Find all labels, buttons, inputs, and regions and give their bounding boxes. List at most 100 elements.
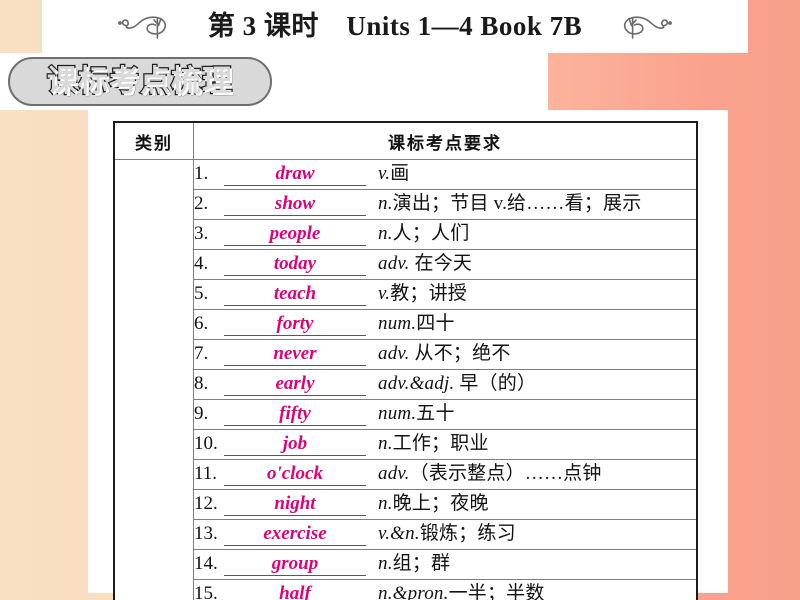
entry-number: 6. — [194, 312, 209, 334]
table-header-row: 类别 课标考点要求 — [113, 121, 698, 160]
definition-text: 人；人们 — [392, 222, 470, 244]
requirement-cell: 15. half n.&pron.一半；半数 — [193, 579, 698, 600]
table-row: 7. never adv. 从不；绝不 — [114, 339, 698, 370]
part-of-speech: adv. — [378, 252, 410, 274]
answer-text: group — [271, 552, 319, 574]
definition-text: 四十 — [416, 312, 455, 334]
answer-blank[interactable]: exercise — [224, 524, 366, 546]
answer-blank[interactable]: teach — [224, 284, 366, 306]
table-row: 11. o'clock adv.（表示整点）……点钟 — [114, 459, 698, 490]
column-header-category: 类别 — [113, 121, 194, 160]
part-of-speech: num. — [378, 312, 417, 334]
vocabulary-entry: 12. night n.晚上；夜晚 — [194, 494, 696, 516]
table-body: 1. draw v.画 2. show n.演出；节目 v.给……看；展示 3. people… — [113, 159, 698, 600]
requirement-cell: 13. exercise v.&n.锻炼；练习 — [193, 519, 698, 550]
part-of-speech: v. — [378, 162, 391, 184]
definition-text: 教；讲授 — [390, 282, 467, 304]
answer-text: people — [269, 222, 321, 244]
entry-definition: num.五十 — [378, 404, 455, 423]
entry-definition: n.&pron.一半；半数 — [378, 584, 545, 600]
part-of-speech: n. — [378, 222, 393, 244]
definition-text: 晚上；夜晚 — [392, 492, 489, 514]
definition-text: （表示整点）……点钟 — [409, 462, 602, 484]
definition-text: 一半；半数 — [448, 582, 545, 600]
requirement-cell: 3. people n.人；人们 — [193, 219, 698, 250]
entry-definition: adv.（表示整点）……点钟 — [378, 464, 602, 483]
answer-blank[interactable]: group — [224, 554, 366, 576]
vocabulary-entry: 2. show n.演出；节目 v.给……看；展示 — [194, 194, 696, 216]
table-row: 4. today adv. 在今天 — [114, 249, 698, 280]
answer-text: today — [273, 252, 317, 274]
vocabulary-entry: 14. group n.组；群 — [194, 554, 696, 576]
table-row: 13. exercise v.&n.锻炼；练习 — [114, 519, 698, 550]
definition-text: 组；群 — [392, 552, 451, 574]
requirement-cell: 9. fifty num.五十 — [193, 399, 698, 430]
answer-blank[interactable]: job — [224, 434, 366, 456]
entry-number: 8. — [194, 372, 209, 394]
entry-number: 5. — [194, 282, 209, 304]
answer-blank[interactable]: today — [224, 254, 366, 276]
answer-blank[interactable]: people — [224, 224, 366, 246]
answer-text: exercise — [263, 522, 327, 544]
table-row: 15. half n.&pron.一半；半数 — [114, 579, 698, 600]
page-title: 第 3 课时 Units 1—4 Book 7B — [207, 11, 583, 41]
section-badge-label: 课标考点梳理 — [46, 63, 233, 99]
entry-definition: v.&n.锻炼；练习 — [378, 524, 516, 543]
definition-text: 工作；职业 — [392, 432, 489, 454]
requirement-cell: 14. group n.组；群 — [193, 549, 698, 580]
part-of-speech: n.&pron. — [378, 582, 449, 600]
answer-text: job — [282, 432, 308, 454]
requirement-cell: 5. teach v.教；讲授 — [193, 279, 698, 310]
header-strip: 第 3 课时 Units 1—4 Book 7B — [42, 0, 748, 53]
requirement-cell: 1. draw v.画 — [193, 159, 698, 190]
answer-text: half — [279, 582, 311, 600]
entry-number: 3. — [194, 222, 209, 244]
requirement-cell: 7. never adv. 从不；绝不 — [193, 339, 698, 370]
vocabulary-entry: 9. fifty num.五十 — [194, 404, 696, 426]
part-of-speech: n. — [378, 552, 393, 574]
entry-definition: adv.&adj. 早（的） — [378, 374, 536, 393]
entry-number: 11. — [194, 462, 218, 484]
table-row: 5. teach v.教；讲授 — [114, 279, 698, 310]
vocabulary-entry: 13. exercise v.&n.锻炼；练习 — [194, 524, 696, 546]
definition-text: 早（的） — [454, 372, 537, 394]
entry-definition: n.工作；职业 — [378, 434, 489, 453]
table-header: 类别 课标考点要求 — [113, 121, 698, 160]
vocabulary-entry: 11. o'clock adv.（表示整点）……点钟 — [194, 464, 696, 486]
table-row: 8. early adv.&adj. 早（的） — [114, 369, 698, 400]
answer-blank[interactable]: fifty — [224, 404, 366, 426]
answer-blank[interactable]: never — [224, 344, 366, 366]
entry-number: 7. — [194, 342, 209, 364]
answer-blank[interactable]: half — [224, 584, 366, 600]
table-row: 1. draw v.画 — [113, 159, 698, 600]
vocabulary-entry: 3. people n.人；人们 — [194, 224, 696, 246]
entry-definition: n.演出；节目 v.给……看；展示 — [378, 194, 641, 213]
answer-text: forty — [276, 312, 314, 334]
definition-text: 在今天 — [409, 252, 473, 274]
vocabulary-entry: 10. job n.工作；职业 — [194, 434, 696, 456]
vocabulary-entry: 1. draw v.画 — [194, 164, 696, 186]
requirement-cell: 12. night n.晚上；夜晚 — [193, 489, 698, 520]
entry-number: 2. — [194, 192, 209, 214]
part-of-speech: num. — [378, 402, 417, 424]
definition-text: 锻炼；练习 — [419, 522, 516, 544]
part-of-speech: adv. — [378, 462, 410, 484]
answer-blank[interactable]: early — [224, 374, 366, 396]
answer-text: teach — [273, 282, 317, 304]
part-of-speech: n. — [378, 492, 393, 514]
answer-blank[interactable]: night — [224, 494, 366, 516]
entry-number: 15. — [194, 582, 218, 600]
part-of-speech: v. — [378, 282, 391, 304]
entry-number: 10. — [194, 432, 218, 454]
slide-page: 第 3 课时 Units 1—4 Book 7B 课标考点梳理 类别 课标考点要… — [0, 0, 800, 600]
entry-definition: n.晚上；夜晚 — [378, 494, 489, 513]
entry-number: 12. — [194, 492, 218, 514]
part-of-speech: n. — [378, 432, 393, 454]
answer-blank[interactable]: show — [224, 194, 366, 216]
answer-text: fifty — [279, 402, 311, 424]
requirement-cell: 10. job n.工作；职业 — [193, 429, 698, 460]
entry-definition: v.教；讲授 — [378, 284, 467, 303]
answer-blank[interactable]: draw — [224, 164, 366, 186]
answer-blank[interactable]: forty — [224, 314, 366, 336]
answer-blank[interactable]: o'clock — [224, 464, 366, 486]
